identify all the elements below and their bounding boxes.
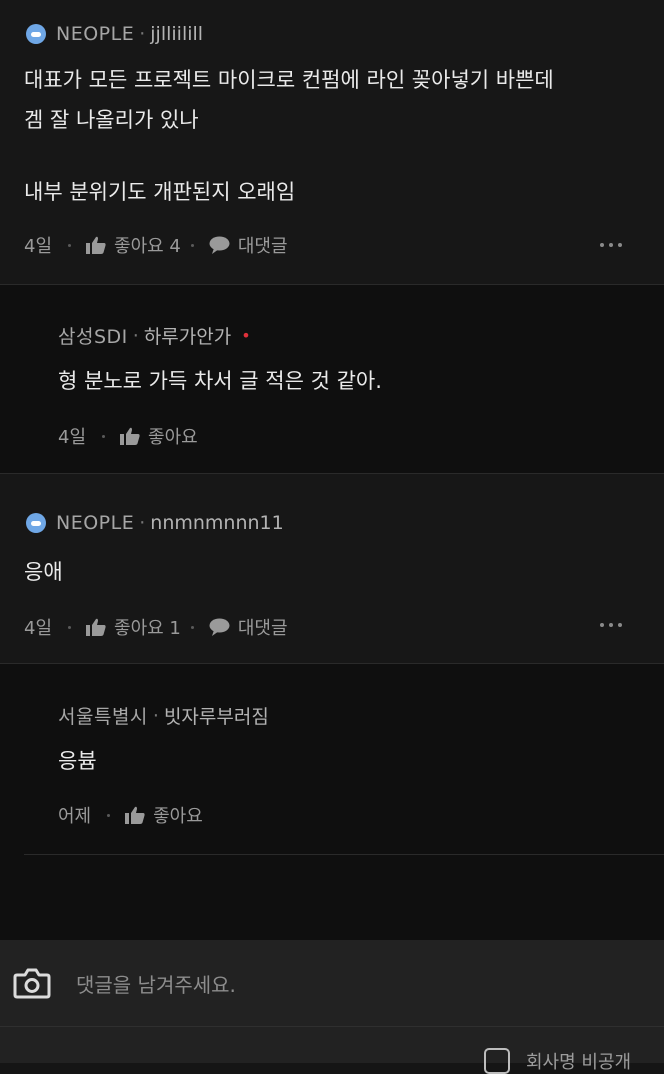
timestamp: 4일	[24, 236, 53, 257]
reply-button[interactable]: 대댓글	[238, 614, 288, 640]
comment-line: 응븀	[58, 749, 97, 773]
separator: ·	[132, 324, 139, 347]
dot	[600, 243, 604, 247]
separator	[68, 625, 72, 629]
company-name[interactable]: 서울특별시	[58, 702, 148, 729]
comment-header: 삼성SDI · 하루가안가 •	[58, 322, 251, 349]
comment-input[interactable]: 댓글을 남겨주세요.	[76, 969, 236, 998]
thumbs-up-icon[interactable]	[86, 618, 106, 636]
camera-icon[interactable]	[13, 966, 51, 1000]
separator: ·	[139, 512, 146, 534]
dot	[618, 623, 622, 627]
separator: ·	[152, 704, 159, 727]
thumbs-up-icon[interactable]	[86, 236, 106, 254]
comment-actions: 4일 좋아요 1 대댓글	[24, 614, 288, 640]
reply-button[interactable]: 대댓글	[238, 232, 288, 258]
comment-line: 겜 잘 나올리가 있나	[24, 108, 199, 132]
comment: NEOPLE · jjlliilill 대표가 모든 프로젝트 마이크로 컨펌에…	[0, 0, 664, 284]
anonymous-label: 회사명 비공개	[526, 1052, 632, 1073]
comment-body: 형 분노로 가득 차서 글 적은 것 같아.	[58, 361, 382, 401]
new-indicator-icon: •	[241, 326, 251, 345]
comment-input-bar: 댓글을 남겨주세요. 회사명 비공개	[0, 940, 664, 1074]
divider	[24, 854, 664, 855]
comment-line: 응애	[24, 560, 63, 584]
comment-header: NEOPLE · jjlliilill	[26, 23, 203, 45]
comment-body: 대표가 모든 프로젝트 마이크로 컨펌에 라인 꽂아넣기 바쁜데 겜 잘 나올리…	[24, 60, 554, 212]
comment-line: 대표가 모든 프로젝트 마이크로 컨펌에 라인 꽂아넣기 바쁜데	[24, 68, 554, 92]
timestamp: 4일	[58, 427, 87, 448]
comment-actions: 4일 좋아요	[58, 423, 198, 449]
comment-body: 응븀	[58, 741, 97, 781]
separator	[102, 434, 106, 438]
separator: ·	[139, 23, 146, 45]
nickname[interactable]: 하루가안가	[144, 322, 231, 349]
reply: 서울특별시 · 빗자루부러짐 응븀 어제 좋아요	[0, 664, 664, 940]
more-options-icon[interactable]	[600, 243, 622, 247]
separator	[190, 243, 194, 247]
nickname[interactable]: 빗자루부러짐	[164, 702, 269, 729]
timestamp: 어제	[58, 806, 92, 827]
comment-actions: 4일 좋아요 4 대댓글	[24, 232, 288, 258]
anonymous-checkbox[interactable]	[484, 1048, 510, 1074]
thumbs-up-icon[interactable]	[125, 806, 145, 824]
separator	[68, 243, 72, 247]
comment-line: 내부 분위기도 개판된지 오래임	[24, 180, 296, 204]
dot	[618, 243, 622, 247]
company-badge-icon	[26, 24, 46, 44]
comment-body: 응애	[24, 552, 63, 592]
nickname[interactable]: jjlliilill	[150, 23, 203, 45]
timestamp: 4일	[24, 618, 53, 639]
nickname[interactable]: nnmnmnnn11	[150, 512, 283, 534]
divider	[0, 1026, 664, 1027]
comment: NEOPLE · nnmnmnnn11 응애 4일 좋아요 1 대댓글	[0, 474, 664, 663]
dot	[600, 623, 604, 627]
thumbs-up-icon[interactable]	[120, 427, 140, 445]
like-button[interactable]: 좋아요	[148, 423, 198, 449]
more-options-icon[interactable]	[600, 623, 622, 627]
comment-header: NEOPLE · nnmnmnnn11	[26, 512, 284, 534]
company-badge-icon	[26, 513, 46, 533]
like-button[interactable]: 좋아요 4	[114, 232, 181, 258]
comment-actions: 어제 좋아요	[58, 802, 203, 828]
anonymous-option[interactable]: 회사명 비공개	[484, 1048, 631, 1074]
company-name[interactable]: 삼성SDI	[58, 322, 128, 349]
comment-header: 서울특별시 · 빗자루부러짐	[58, 702, 269, 729]
separator	[190, 625, 194, 629]
separator	[107, 813, 111, 817]
like-button[interactable]: 좋아요	[153, 802, 203, 828]
company-name[interactable]: NEOPLE	[56, 23, 134, 45]
comment-input-row: 댓글을 남겨주세요.	[0, 940, 664, 1026]
dot	[609, 623, 613, 627]
speech-bubble-icon[interactable]	[209, 618, 230, 636]
comment-line: 형 분노로 가득 차서 글 적은 것 같아.	[58, 369, 382, 393]
like-button[interactable]: 좋아요 1	[114, 614, 181, 640]
reply: 삼성SDI · 하루가안가 • 형 분노로 가득 차서 글 적은 것 같아. 4…	[0, 285, 664, 473]
dot	[609, 243, 613, 247]
company-name[interactable]: NEOPLE	[56, 512, 134, 534]
speech-bubble-icon[interactable]	[209, 236, 230, 254]
comment-line	[24, 140, 554, 172]
